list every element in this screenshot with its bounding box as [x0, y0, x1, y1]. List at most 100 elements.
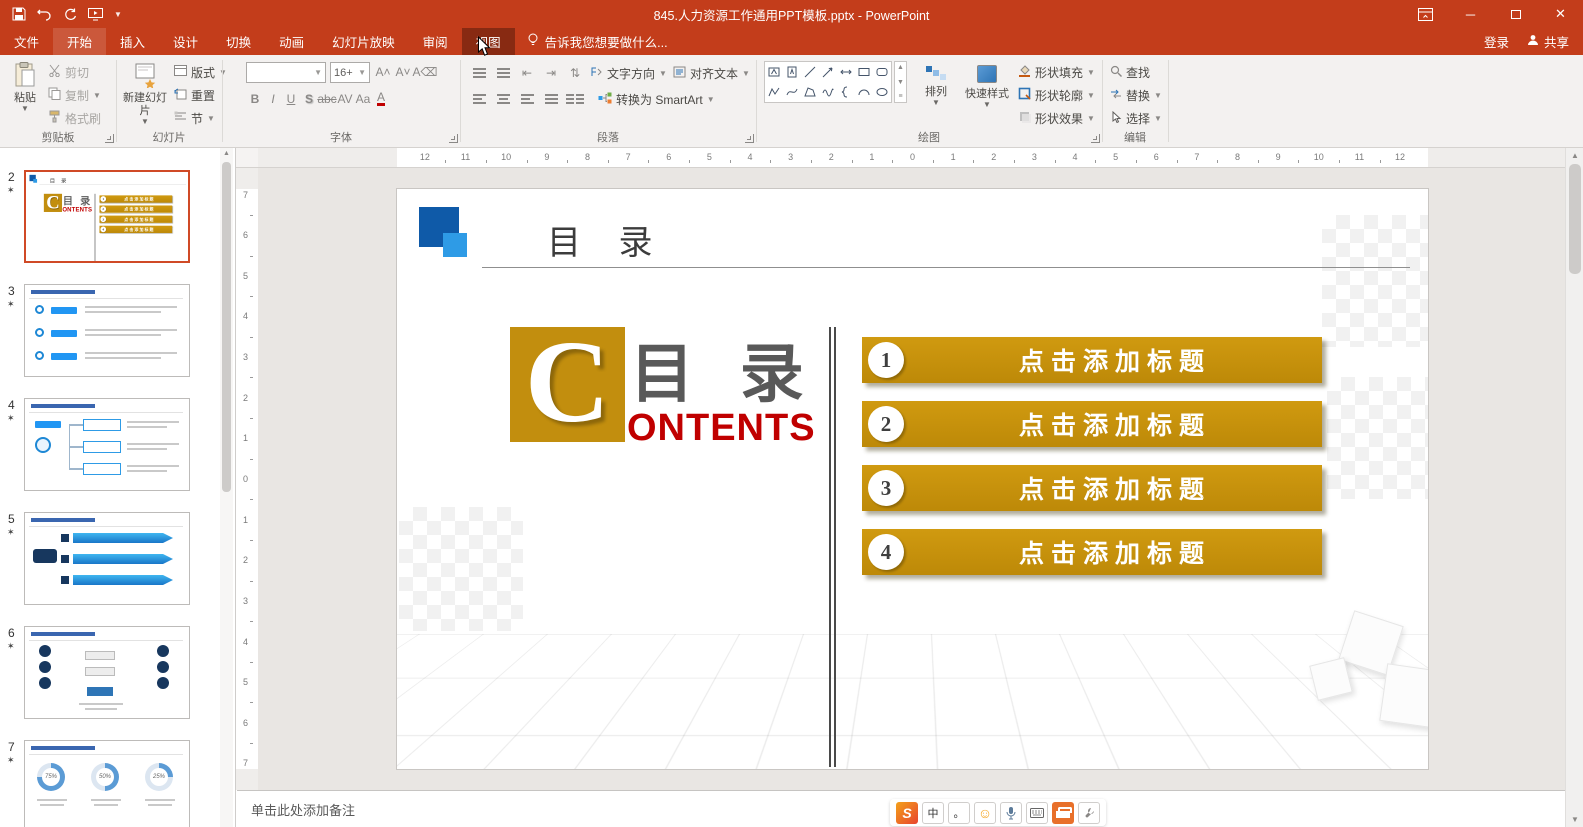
slide-thumbnail-7[interactable]: 75% 50% 25% — [24, 740, 190, 827]
clear-formatting-button[interactable]: A⌫ — [413, 62, 438, 81]
font-size-combo[interactable]: 16+ ▼ — [330, 62, 370, 83]
ribbon-tab-设计[interactable]: 设计 — [159, 28, 212, 55]
shape-option-icon[interactable] — [765, 82, 783, 102]
ribbon-tab-切换[interactable]: 切换 — [212, 28, 265, 55]
shape-option-icon[interactable] — [837, 62, 855, 82]
font-color-button[interactable]: A — [372, 89, 390, 108]
format-painter-button[interactable]: 格式刷 — [48, 108, 101, 128]
smartart-button[interactable]: 转换为 SmartArt ▼ — [598, 89, 715, 109]
shape-option-icon[interactable] — [783, 62, 801, 82]
maximize-button[interactable] — [1493, 0, 1538, 28]
ribbon-tab-动画[interactable]: 动画 — [265, 28, 318, 55]
strikethrough-button[interactable]: abc — [317, 89, 336, 108]
scroll-up-icon[interactable]: ▲ — [220, 150, 233, 157]
quick-styles-button[interactable]: 快速样式 ▼ — [960, 57, 1014, 109]
layout-button[interactable]: 版式▼ — [174, 62, 227, 82]
new-slide-button[interactable]: 新建幻灯片 ▼ — [122, 57, 168, 126]
text-direction-button[interactable]: 文字方向 ▼ — [590, 63, 667, 83]
main-scrollbar[interactable]: ▲ ▼ — [1565, 148, 1583, 827]
slide-thumbnail-2[interactable]: 目 录C目 录 ONTENTS 1 点击添加标题 2 点击添加标题 3 点击添加标题 4 点击添加… — [24, 170, 190, 263]
ribbon-tab-幻灯片放映[interactable]: 幻灯片放映 — [318, 28, 409, 55]
shape-option-icon[interactable] — [801, 62, 819, 82]
slide-title-text[interactable]: 目 录 — [50, 176, 69, 184]
scroll-down-icon[interactable]: ▼ — [1566, 815, 1583, 824]
ribbon-tab-审阅[interactable]: 审阅 — [409, 28, 462, 55]
shape-option-icon[interactable] — [783, 82, 801, 102]
chinese-mode-icon[interactable]: 中 — [922, 801, 944, 824]
minimize-button[interactable]: ─ — [1448, 0, 1493, 28]
shape-fill-button[interactable]: 形状填充 ▼ — [1018, 62, 1095, 82]
italic-button[interactable]: I — [264, 89, 282, 108]
slide-canvas[interactable]: 目 录C目 录 ONTENTS 1 点击添加标题 2 点击添加标题 3 点击添加标题 4 点击添加… — [258, 168, 1565, 790]
font-name-combo[interactable]: ▼ — [246, 62, 326, 83]
bold-button[interactable]: B — [246, 89, 264, 108]
text-shadow-button[interactable]: S — [300, 89, 318, 108]
start-slideshow-icon[interactable] — [88, 7, 103, 21]
shrink-font-button[interactable]: A˅ — [394, 62, 412, 81]
sogou-logo-icon[interactable]: S — [896, 801, 918, 824]
columns-button[interactable] — [566, 90, 584, 109]
redo-icon[interactable] — [64, 8, 77, 21]
reset-button[interactable]: 重置 — [174, 85, 227, 105]
shapes-gallery-scroll[interactable]: ▲ ▼ ≡ — [894, 61, 907, 103]
ribbon-display-options-icon[interactable] — [1403, 0, 1448, 28]
horizontal-ruler[interactable]: 12 11 10 9 8 7 6 5 4 3 2 1 0 1 2 3 4 5 6 7 8 9 10 11 12 — [258, 148, 1565, 168]
share-button[interactable]: 共享 — [1527, 32, 1569, 51]
ribbon-tab-插入[interactable]: 插入 — [106, 28, 159, 55]
shape-option-icon[interactable] — [837, 82, 855, 102]
toc-item-4[interactable]: 4 点击添加标题 — [862, 529, 1322, 575]
shape-effects-button[interactable]: 形状效果 ▼ — [1018, 108, 1095, 128]
replace-button[interactable]: 替换 ▼ — [1110, 85, 1162, 105]
keyboard-icon[interactable] — [1026, 801, 1048, 824]
cut-button[interactable]: 剪切 — [48, 62, 101, 82]
character-spacing-button[interactable]: AV — [336, 89, 354, 108]
close-button[interactable]: ✕ — [1538, 0, 1583, 28]
grow-font-button[interactable]: A˄ — [374, 62, 392, 81]
clipboard-dialog-launcher[interactable] — [105, 134, 114, 143]
shape-option-icon[interactable] — [873, 82, 891, 102]
contents-subtitle[interactable]: ONTENTS — [62, 206, 92, 213]
contents-c-block[interactable]: C — [510, 323, 625, 442]
slide-editor[interactable]: 目 录C目 录 ONTENTS 1 点击添加标题 2 点击添加标题 3 点击添加标题 4 点击添加… — [397, 189, 1428, 769]
toc-item-2[interactable]: 2 点击添加标题 — [862, 401, 1322, 447]
align-left-button[interactable] — [470, 90, 488, 109]
increase-indent-button[interactable]: ⇥ — [542, 64, 560, 83]
toc-item-2[interactable]: 2 点击添加标题 — [99, 205, 173, 213]
undo-icon[interactable] — [37, 8, 53, 21]
arrange-button[interactable]: 排列 ▼ — [914, 57, 958, 107]
shape-option-icon[interactable] — [819, 62, 837, 82]
justify-button[interactable] — [542, 90, 560, 109]
drawing-dialog-launcher[interactable] — [1091, 134, 1100, 143]
qat-customize-icon[interactable]: ▼ — [114, 10, 122, 19]
line-spacing-button[interactable]: ⇅ — [566, 64, 584, 83]
decrease-indent-button[interactable]: ⇤ — [518, 64, 536, 83]
slide-thumbnail-5[interactable] — [24, 512, 190, 605]
change-case-button[interactable]: Aa — [354, 89, 372, 108]
wrench-icon[interactable] — [1078, 801, 1100, 824]
punctuation-icon[interactable]: 。 — [948, 801, 970, 824]
shapes-gallery[interactable] — [764, 61, 892, 103]
ribbon-tab-开始[interactable]: 开始 — [53, 28, 107, 55]
paragraph-dialog-launcher[interactable] — [745, 134, 754, 143]
contents-subtitle[interactable]: ONTENTS — [627, 407, 816, 450]
ribbon-tab-文件[interactable]: 文件 — [0, 28, 53, 55]
slide-title-text[interactable]: 目 录 — [547, 215, 666, 264]
align-right-button[interactable] — [518, 90, 536, 109]
shape-option-icon[interactable] — [855, 62, 873, 82]
toc-item-4[interactable]: 4 点击添加标题 — [99, 225, 173, 233]
find-button[interactable]: 查找 — [1110, 62, 1162, 82]
sign-in-link[interactable]: 登录 — [1484, 32, 1509, 51]
shape-option-icon[interactable] — [819, 82, 837, 102]
underline-button[interactable]: U — [282, 89, 300, 108]
section-button[interactable]: 节 ▼ — [174, 108, 227, 128]
shape-outline-button[interactable]: 形状轮廓 ▼ — [1018, 85, 1095, 105]
shape-option-icon[interactable] — [765, 62, 783, 82]
contents-c-block[interactable]: C — [43, 193, 63, 212]
shape-option-icon[interactable] — [873, 62, 891, 82]
slide-thumbnail-3[interactable] — [24, 284, 190, 377]
bullets-button[interactable] — [470, 64, 488, 83]
tell-me-box[interactable]: 告诉我您想要做什么... — [515, 28, 680, 55]
toolbox-icon[interactable] — [1052, 801, 1074, 824]
slide-thumbnail-6[interactable] — [24, 626, 190, 719]
align-center-button[interactable] — [494, 90, 512, 109]
